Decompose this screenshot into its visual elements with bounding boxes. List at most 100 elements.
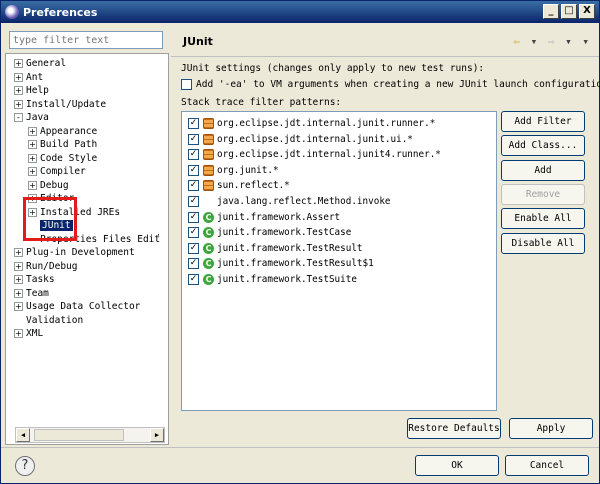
tree-item-label: Editor bbox=[40, 193, 75, 204]
cancel-button[interactable]: Cancel bbox=[505, 455, 589, 476]
scroll-left-icon[interactable]: ◀ bbox=[16, 428, 30, 442]
expand-icon[interactable]: + bbox=[28, 180, 37, 190]
tree-item[interactable]: + Install/Update bbox=[14, 98, 106, 111]
expand-icon[interactable]: + bbox=[28, 207, 37, 217]
pattern-checkbox[interactable]: ✓ bbox=[188, 227, 199, 239]
tree-item[interactable]: + Build Path bbox=[28, 138, 97, 151]
pattern-row[interactable]: ✓ org.eclipse.jdt.internal.junit.runner.* bbox=[188, 116, 435, 131]
forward-menu-icon[interactable]: ▾ bbox=[565, 35, 572, 48]
pattern-row[interactable]: ✓ Cjunit.framework.TestCase bbox=[188, 225, 351, 240]
expand-icon[interactable]: + bbox=[14, 86, 23, 95]
expand-icon[interactable]: + bbox=[28, 140, 37, 149]
tree-item[interactable]: + Appearance bbox=[28, 125, 97, 138]
back-menu-icon[interactable]: ▾ bbox=[531, 35, 538, 48]
tree-item[interactable]: + Editor bbox=[28, 192, 74, 205]
tree-item[interactable]: - Java bbox=[14, 111, 49, 124]
expand-icon[interactable]: + bbox=[28, 194, 37, 203]
minimize-button[interactable]: _ bbox=[543, 4, 559, 19]
add-filter-button[interactable]: Add Filter bbox=[501, 111, 585, 132]
tree-item[interactable]: + Plug-in Development bbox=[14, 246, 135, 259]
tree-item[interactable]: + XML bbox=[14, 327, 43, 340]
pattern-checkbox[interactable]: ✓ bbox=[188, 211, 199, 223]
expand-icon[interactable]: + bbox=[28, 167, 37, 176]
pattern-row[interactable]: ✓ Cjunit.framework.Assert bbox=[188, 210, 340, 225]
tree-item[interactable]: + Usage Data Collector bbox=[14, 300, 140, 313]
scroll-thumb[interactable] bbox=[34, 429, 124, 441]
tree-item[interactable]: + General bbox=[14, 57, 66, 70]
help-icon[interactable]: ? bbox=[15, 456, 35, 476]
add-class-button[interactable]: Add Class... bbox=[501, 135, 585, 156]
pattern-row[interactable]: ✓ org.eclipse.jdt.internal.junit.ui.* bbox=[188, 132, 413, 147]
page-title: JUnit bbox=[183, 35, 213, 48]
expand-icon[interactable]: + bbox=[14, 59, 23, 68]
pattern-row[interactable]: ✓ org.junit.* bbox=[188, 163, 279, 178]
view-menu-icon[interactable]: ▾ bbox=[582, 35, 589, 48]
pattern-checkbox[interactable]: ✓ bbox=[188, 180, 199, 192]
pattern-row[interactable]: ✓ org.eclipse.jdt.internal.junit4.runner.… bbox=[188, 147, 441, 162]
pattern-text: java.lang.reflect.Method.invoke bbox=[217, 196, 391, 207]
pattern-row[interactable]: ✓ Cjunit.framework.TestSuite bbox=[188, 272, 357, 287]
apply-button[interactable]: Apply bbox=[509, 418, 593, 439]
pattern-checkbox[interactable]: ✓ bbox=[188, 258, 199, 270]
pattern-checkbox[interactable]: ✓ bbox=[188, 196, 199, 207]
tree-item[interactable]: + Debug bbox=[28, 179, 69, 192]
pattern-checkbox[interactable]: ✓ bbox=[188, 149, 199, 161]
tree-item-label: Compiler bbox=[40, 166, 86, 177]
tree-item-label: Build Path bbox=[40, 139, 98, 150]
tree-item[interactable]: + Run/Debug bbox=[14, 260, 77, 273]
expand-icon[interactable]: + bbox=[14, 329, 23, 338]
scroll-right-icon[interactable]: ▶ bbox=[150, 428, 164, 442]
expand-icon[interactable]: + bbox=[14, 99, 23, 109]
ok-button[interactable]: OK bbox=[415, 455, 499, 476]
tree-item[interactable]: + Ant bbox=[14, 71, 43, 84]
pattern-checkbox[interactable]: ✓ bbox=[188, 164, 199, 176]
restore-defaults-button[interactable]: Restore Defaults bbox=[407, 418, 501, 439]
pattern-row[interactable]: ✓ sun.reflect.* bbox=[188, 178, 290, 193]
pattern-checkbox[interactable]: ✓ bbox=[188, 274, 199, 285]
collapse-icon[interactable]: - bbox=[14, 113, 23, 122]
eclipse-icon bbox=[5, 5, 19, 19]
remove-button[interactable]: Remove bbox=[501, 184, 585, 205]
tree-item[interactable]: Properties Files Ediť bbox=[28, 233, 160, 246]
forward-arrow-icon[interactable]: ⇨ bbox=[548, 35, 555, 48]
class-icon: C bbox=[203, 242, 214, 254]
tree-item[interactable]: + Tasks bbox=[14, 273, 55, 286]
expand-icon[interactable]: + bbox=[14, 248, 23, 257]
expand-icon[interactable]: + bbox=[14, 261, 23, 271]
pattern-checkbox[interactable]: ✓ bbox=[188, 133, 199, 145]
expand-icon[interactable]: + bbox=[28, 126, 37, 136]
junit-page: JUnit ⇦ ▾ ⇨ ▾ ▾ JUnit settings (changes … bbox=[171, 27, 600, 447]
tree-item-label: Plug-in Development bbox=[26, 247, 135, 258]
expand-icon[interactable]: + bbox=[14, 288, 23, 298]
title-bar[interactable]: Preferences _ □ X bbox=[1, 1, 599, 23]
expand-icon[interactable]: + bbox=[14, 72, 23, 82]
tree-item[interactable]: + Help bbox=[14, 84, 49, 97]
tree-item[interactable]: Validation bbox=[14, 314, 83, 327]
pattern-row[interactable]: ✓ Cjunit.framework.TestResult$1 bbox=[188, 256, 374, 271]
expand-icon[interactable]: + bbox=[14, 302, 23, 311]
back-arrow-icon[interactable]: ⇦ bbox=[513, 35, 520, 48]
dialog-footer: ? OK Cancel bbox=[1, 447, 599, 483]
tree-item[interactable]: JUnit bbox=[28, 219, 73, 232]
tree-item[interactable]: + Team bbox=[14, 287, 49, 300]
pattern-row[interactable]: ✓ Cjunit.framework.TestResult bbox=[188, 241, 363, 256]
expand-icon[interactable]: + bbox=[28, 153, 37, 163]
disable-all-button[interactable]: Disable All bbox=[501, 233, 585, 254]
pattern-checkbox[interactable]: ✓ bbox=[188, 118, 199, 129]
enable-all-button[interactable]: Enable All bbox=[501, 208, 585, 229]
filter-input[interactable] bbox=[9, 31, 163, 49]
add-ea-checkbox[interactable] bbox=[181, 79, 192, 90]
maximize-button[interactable]: □ bbox=[561, 4, 577, 19]
tree-item[interactable]: + Code Style bbox=[28, 152, 97, 165]
expand-icon[interactable]: + bbox=[14, 275, 23, 284]
add-ea-option[interactable]: Add '-ea' to VM arguments when creating … bbox=[181, 79, 600, 90]
close-button[interactable]: X bbox=[579, 4, 595, 19]
tree-horizontal-scrollbar[interactable]: ◀ ▶ bbox=[15, 427, 165, 443]
pattern-checkbox[interactable]: ✓ bbox=[188, 242, 199, 254]
add-packages-button[interactable]: Add Packages... bbox=[501, 160, 585, 195]
pattern-row[interactable]: ✓ java.lang.reflect.Method.invoke bbox=[188, 194, 391, 209]
tree-item[interactable]: + Compiler bbox=[28, 165, 86, 178]
tree-item[interactable]: + Installed JREs bbox=[28, 206, 120, 219]
tree-item-label: Usage Data Collector bbox=[26, 301, 141, 312]
window-title: Preferences bbox=[23, 5, 98, 19]
